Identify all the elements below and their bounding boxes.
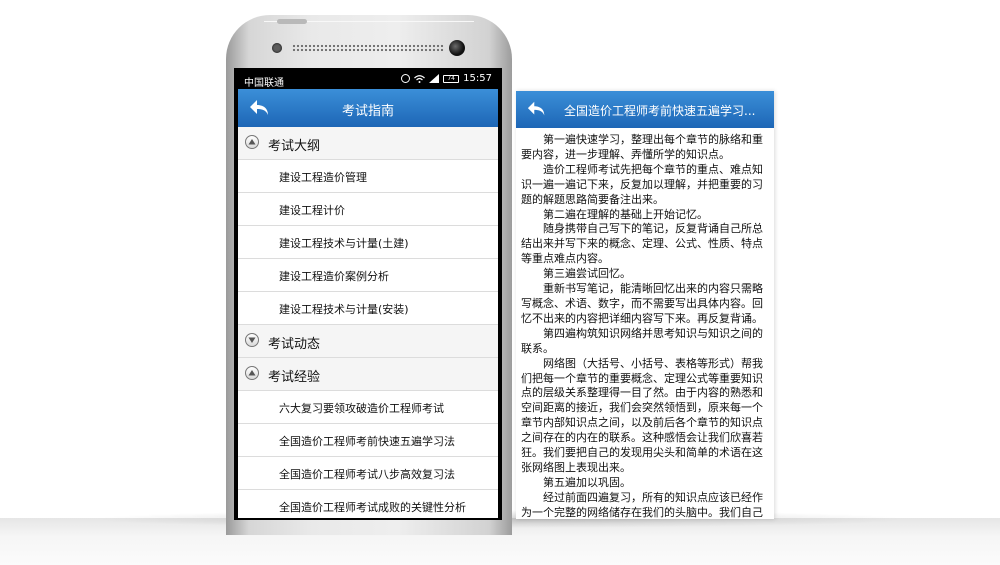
list-item-label: 建设工程技术与计量(安装)	[279, 303, 409, 316]
article-page: 全国造价工程师考前快速五遍学习... 第一遍快速学习，整理出每个章节的脉络和重要…	[516, 91, 774, 519]
guide-list: 考试大纲 建设工程造价管理 建设工程计价 建设工程技术与计量(土建) 建设工程造…	[238, 127, 498, 518]
list-item[interactable]: 六大复习要领攻破造价工程师考试	[238, 391, 498, 424]
article-paragraph: 第五遍加以巩固。	[543, 475, 631, 489]
list-item-label: 建设工程技术与计量(土建)	[279, 237, 409, 250]
status-time: 15:57	[463, 73, 492, 84]
carrier-name: 中国联通	[244, 78, 284, 89]
signal-icon	[429, 74, 440, 83]
article-paragraph: 造价工程师考试先把每个章节的重点、难点知识一遍一遍记下来，反复加以理解，并把重要…	[521, 162, 763, 206]
list-item-label: 建设工程造价管理	[279, 171, 367, 184]
battery-icon: 74	[443, 74, 460, 83]
category-label: 考试大纲	[268, 139, 321, 154]
expand-icon	[245, 333, 259, 347]
article-paragraph: 第四遍构筑知识网络并思考知识与知识之间的联系。	[521, 326, 763, 355]
list-item[interactable]: 建设工程技术与计量(土建)	[238, 226, 498, 259]
list-item[interactable]: 全国造价工程师考试八步高效复习法	[238, 457, 498, 490]
list-item[interactable]: 建设工程计价	[238, 193, 498, 226]
article-paragraph: 第二遍在理解的基础上开始记忆。	[543, 207, 708, 221]
list-item[interactable]: 全国造价工程师考试成败的关键性分析	[238, 490, 498, 518]
alarm-icon	[401, 74, 411, 83]
status-icons: 74 15:57	[401, 73, 492, 84]
phone-screen: 中国联通 74 15:57 考试指南 考试大纲 建设工程造价管理 建设工程计价 …	[238, 71, 498, 518]
list-item-label: 全国造价工程师考试八步高效复习法	[279, 468, 455, 481]
status-bar: 中国联通 74 15:57	[238, 71, 498, 89]
article-paragraph: 第三遍尝试回忆。	[543, 267, 631, 281]
list-item[interactable]: 全国造价工程师考前快速五遍学习法	[238, 424, 498, 457]
phone-speaker-grille	[292, 44, 444, 53]
article-paragraph: 网络图（大括号、小括号、表格等形式）帮我们把每一个章节的重要概念、定理公式等重要…	[521, 356, 763, 474]
article-title: 全国造价工程师考前快速五遍学习...	[564, 104, 756, 118]
article-paragraph: 重新书写笔记，能清晰回忆出来的内容只需略写概念、术语、数字，而不需要写出具体内容…	[521, 282, 763, 325]
collapse-icon	[245, 135, 259, 149]
article-paragraph: 随身携带自己写下的笔记，反复背诵自己所总结出来并写下来的概念、定理、公式、性质、…	[521, 222, 763, 266]
category-experience[interactable]: 考试经验	[238, 358, 498, 391]
list-item-label: 建设工程造价案例分析	[279, 270, 389, 283]
article-paragraph: 经过前面四遍复习，所有的知识点应该已经作为一个完整的网络储存在我们的头脑中。我们…	[521, 490, 763, 519]
app-header: 考试指南	[238, 89, 498, 127]
article-paragraph: 第一遍快速学习，整理出每个章节的脉络和重要内容，进一步理解、弄懂所学的知识点。	[521, 133, 763, 161]
list-item[interactable]: 建设工程技术与计量(安装)	[238, 292, 498, 325]
collapse-icon	[245, 366, 259, 380]
list-item-label: 全国造价工程师考试成败的关键性分析	[279, 501, 466, 514]
list-item-label: 建设工程计价	[279, 204, 345, 217]
front-camera-icon	[449, 40, 465, 56]
category-news[interactable]: 考试动态	[238, 325, 498, 358]
article-header: 全国造价工程师考前快速五遍学习...	[516, 91, 774, 128]
phone-earpiece	[277, 19, 307, 24]
category-label: 考试动态	[268, 337, 321, 352]
phone-sensor	[272, 43, 282, 53]
list-item-label: 全国造价工程师考前快速五遍学习法	[279, 435, 455, 448]
wifi-icon	[414, 74, 426, 83]
article-body: 第一遍快速学习，整理出每个章节的脉络和重要内容，进一步理解、弄懂所学的知识点。 …	[521, 133, 768, 519]
list-item-label: 六大复习要领攻破造价工程师考试	[279, 402, 444, 415]
category-outline[interactable]: 考试大纲	[238, 127, 498, 160]
list-item[interactable]: 建设工程造价管理	[238, 160, 498, 193]
back-arrow-icon[interactable]	[526, 99, 548, 119]
list-item[interactable]: 建设工程造价案例分析	[238, 259, 498, 292]
page-title: 考试指南	[341, 104, 394, 119]
category-label: 考试经验	[268, 370, 321, 385]
